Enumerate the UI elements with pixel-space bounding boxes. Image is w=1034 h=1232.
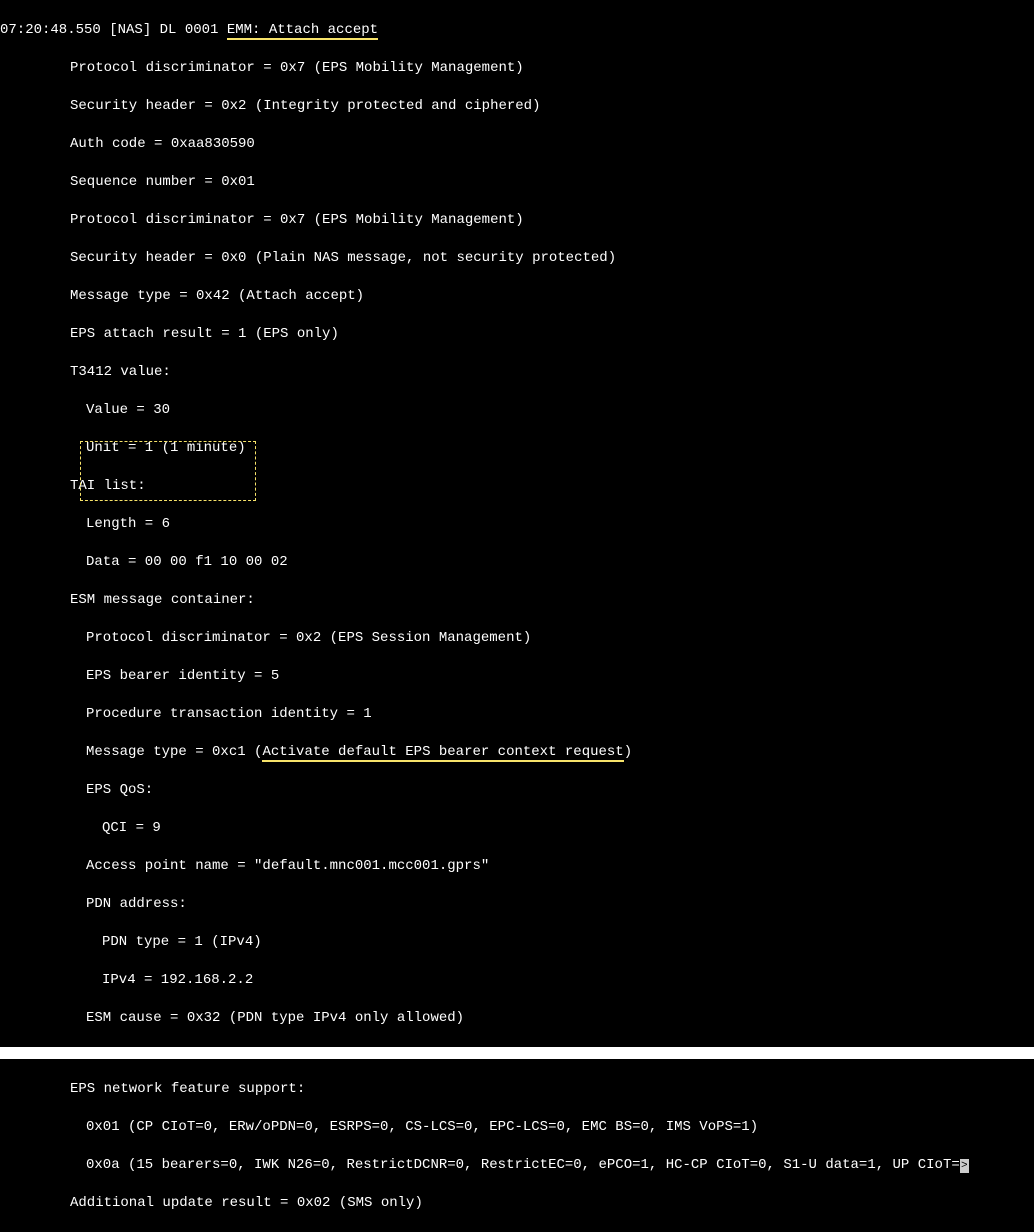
log-line: T3412 value: [0,363,1034,382]
scroll-right-icon[interactable]: > [960,1159,969,1173]
log-line: 0x0a (15 bearers=0, IWK N26=0, RestrictD… [0,1156,1034,1175]
terminal-output-continued[interactable]: EPS network feature support: 0x01 (CP CI… [0,1059,1034,1232]
log-line: PDN address: [0,895,1034,914]
log-line: Security header = 0x0 (Plain NAS message… [0,249,1034,268]
log-line: ESM cause = 0x32 (PDN type IPv4 only all… [0,1009,1034,1028]
timestamp-prefix: 07:20:48.550 [NAS] DL 0001 [0,22,227,38]
log-line: EPS bearer identity = 5 [0,667,1034,686]
log-line: Additional update result = 0x02 (SMS onl… [0,1194,1034,1213]
emm-attach-accept-highlight: EMM: Attach accept [227,22,378,40]
log-line: PDN type = 1 (IPv4) [0,933,1034,952]
terminal-output[interactable]: 07:20:48.550 [NAS] DL 0001 EMM: Attach a… [0,0,1034,1047]
log-line: Value = 30 [0,401,1034,420]
log-line: Procedure transaction identity = 1 [0,705,1034,724]
log-line: ESM message container: [0,591,1034,610]
log-line: EPS attach result = 1 (EPS only) [0,325,1034,344]
log-line: Access point name = "default.mnc001.mcc0… [0,857,1034,876]
log-line: Auth code = 0xaa830590 [0,135,1034,154]
log-line: TAI list: [0,477,1034,496]
msg-type-suffix: ) [624,744,632,760]
log-line: Sequence number = 0x01 [0,173,1034,192]
log-line: Data = 00 00 f1 10 00 02 [0,553,1034,572]
activate-bearer-highlight: Activate default EPS bearer context requ… [262,744,623,762]
log-line: Message type = 0x42 (Attach accept) [0,287,1034,306]
log-line: Message type = 0xc1 (Activate default EP… [0,743,1034,762]
log-line: Length = 6 [0,515,1034,534]
separator-bar [0,1047,1034,1059]
log-line: Protocol discriminator = 0x7 (EPS Mobili… [0,59,1034,78]
log-text: 0x0a (15 bearers=0, IWK N26=0, RestrictD… [86,1157,960,1173]
log-line: Security header = 0x2 (Integrity protect… [0,97,1034,116]
log-line: 07:20:48.550 [NAS] DL 0001 EMM: Attach a… [0,21,1034,40]
log-line: Unit = 1 (1 minute) [0,439,1034,458]
log-line: QCI = 9 [0,819,1034,838]
log-line: IPv4 = 192.168.2.2 [0,971,1034,990]
log-line: 0x01 (CP CIoT=0, ERw/oPDN=0, ESRPS=0, CS… [0,1118,1034,1137]
log-line: EPS QoS: [0,781,1034,800]
log-line: Protocol discriminator = 0x2 (EPS Sessio… [0,629,1034,648]
log-line: Protocol discriminator = 0x7 (EPS Mobili… [0,211,1034,230]
msg-type-prefix: Message type = 0xc1 ( [86,744,262,760]
log-line: EPS network feature support: [0,1080,1034,1099]
